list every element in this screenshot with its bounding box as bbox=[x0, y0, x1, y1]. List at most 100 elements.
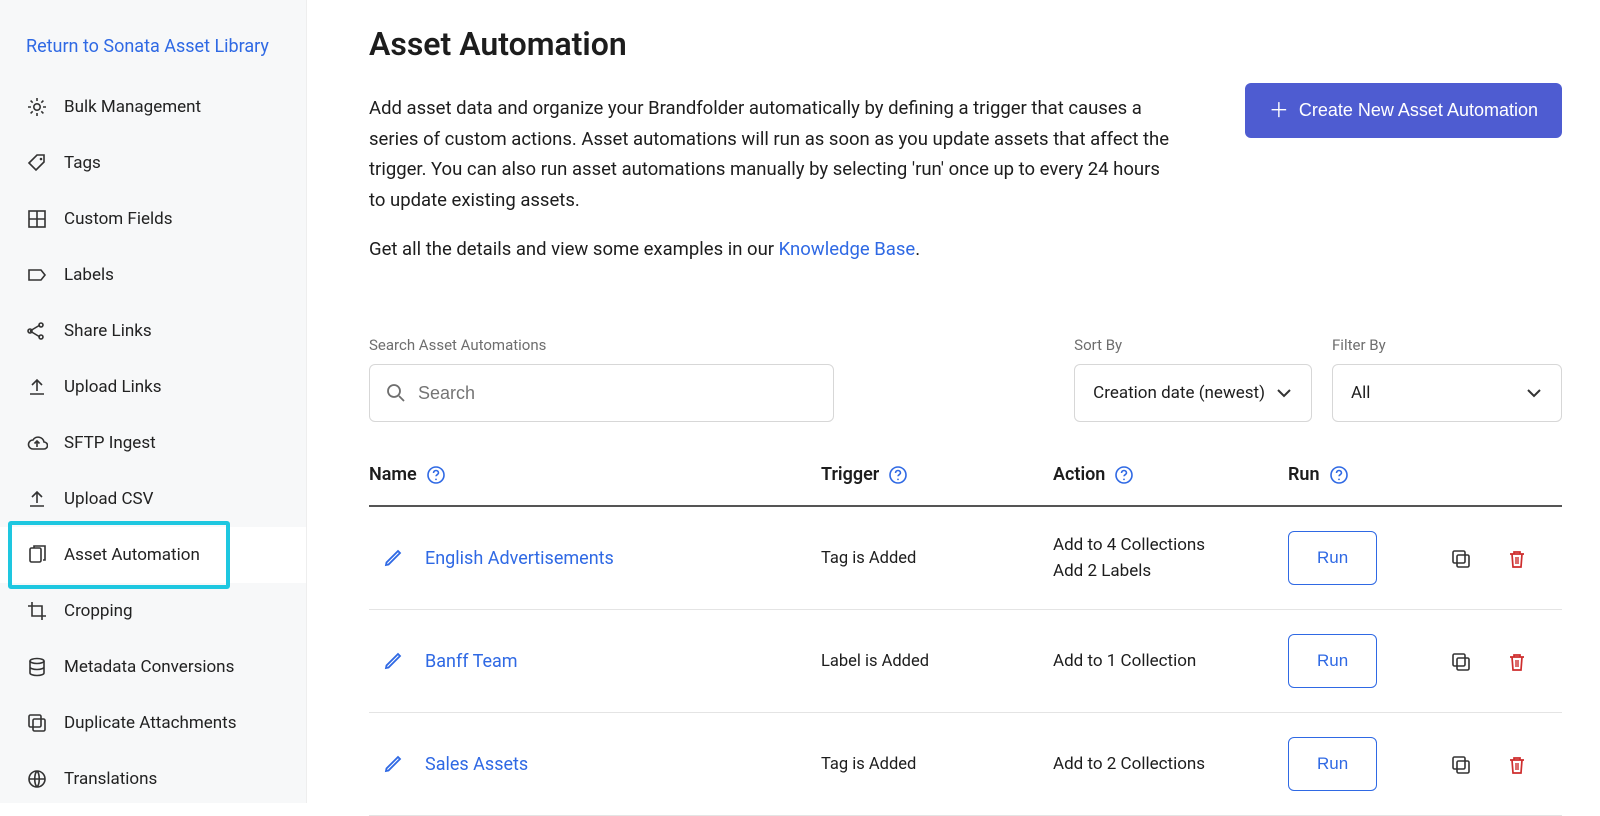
action-text: Add to 2 Collections bbox=[1053, 754, 1288, 774]
crop-icon bbox=[26, 600, 48, 622]
automation-name-link[interactable]: Sales Assets bbox=[425, 754, 528, 775]
chevron-down-icon bbox=[1523, 382, 1545, 404]
sidebar: Return to Sonata Asset Library Bulk Mana… bbox=[0, 0, 307, 803]
main-content: Asset Automation ＋ Create New Asset Auto… bbox=[307, 0, 1600, 803]
trigger-text: Tag is Added bbox=[821, 549, 1053, 568]
kb-suffix: . bbox=[915, 238, 920, 260]
help-icon[interactable] bbox=[1330, 466, 1348, 484]
sidebar-item-label: Translations bbox=[64, 769, 157, 789]
sort-label: Sort By bbox=[1074, 336, 1312, 354]
search-control: Search Asset Automations bbox=[369, 336, 834, 422]
run-button[interactable]: Run bbox=[1288, 634, 1377, 688]
sort-select[interactable]: Creation date (newest) bbox=[1074, 364, 1312, 422]
page-title: Asset Automation bbox=[369, 25, 1562, 63]
sort-control: Sort By Creation date (newest) bbox=[1074, 336, 1312, 422]
sidebar-item-duplicate-attachments[interactable]: Duplicate Attachments bbox=[0, 695, 306, 751]
sidebar-item-cropping[interactable]: Cropping bbox=[0, 583, 306, 639]
copy-icon bbox=[26, 544, 48, 566]
create-automation-button[interactable]: ＋ Create New Asset Automation bbox=[1245, 83, 1562, 138]
sidebar-item-upload-csv[interactable]: Upload CSV bbox=[0, 471, 306, 527]
knowledge-base-link[interactable]: Knowledge Base bbox=[779, 238, 916, 260]
sort-value: Creation date (newest) bbox=[1093, 383, 1265, 403]
plus-icon: ＋ bbox=[1269, 101, 1289, 121]
sidebar-item-translations[interactable]: Translations bbox=[0, 751, 306, 807]
sidebar-item-metadata-conversions[interactable]: Metadata Conversions bbox=[0, 639, 306, 695]
sidebar-item-label: Duplicate Attachments bbox=[64, 713, 237, 733]
col-action: Action bbox=[1053, 464, 1288, 485]
run-button[interactable]: Run bbox=[1288, 737, 1377, 791]
filter-value: All bbox=[1351, 383, 1370, 403]
actions-cell: Add to 4 Collections Add 2 Labels bbox=[1053, 535, 1288, 581]
sidebar-item-label: Upload CSV bbox=[64, 489, 153, 509]
sidebar-item-label: Asset Automation bbox=[64, 545, 200, 565]
controls-bar: Search Asset Automations Sort By Creatio… bbox=[369, 336, 1562, 422]
gear-icon bbox=[26, 96, 48, 118]
trash-icon[interactable] bbox=[1506, 548, 1526, 568]
sidebar-item-bulk-management[interactable]: Bulk Management bbox=[0, 79, 306, 135]
sidebar-item-share-links[interactable]: Share Links bbox=[0, 303, 306, 359]
sidebar-item-sftp-ingest[interactable]: SFTP Ingest bbox=[0, 415, 306, 471]
chevron-down-icon bbox=[1273, 382, 1295, 404]
stack-icon bbox=[26, 656, 48, 678]
automation-name-link[interactable]: Banff Team bbox=[425, 651, 518, 672]
sidebar-item-asset-automation[interactable]: Asset Automation bbox=[0, 527, 306, 583]
sidebar-item-label: Tags bbox=[64, 153, 101, 173]
automations-table: Name Trigger Action Run English Advertis… bbox=[369, 464, 1562, 816]
sidebar-item-label: Upload Links bbox=[64, 377, 162, 397]
page-description: Add asset data and organize your Brandfo… bbox=[369, 93, 1179, 215]
automation-name-link[interactable]: English Advertisements bbox=[425, 548, 614, 569]
sidebar-item-labels[interactable]: Labels bbox=[0, 247, 306, 303]
pencil-icon[interactable] bbox=[383, 754, 403, 774]
filter-select[interactable]: All bbox=[1332, 364, 1562, 422]
duplicate-icon[interactable] bbox=[1450, 754, 1470, 774]
trigger-text: Label is Added bbox=[821, 652, 1053, 671]
help-icon[interactable] bbox=[889, 466, 907, 484]
sidebar-item-custom-fields[interactable]: Custom Fields bbox=[0, 191, 306, 247]
search-label: Search Asset Automations bbox=[369, 336, 834, 354]
sidebar-item-label: Share Links bbox=[64, 321, 152, 341]
action-text: Add 2 Labels bbox=[1053, 561, 1288, 581]
upload-icon bbox=[26, 488, 48, 510]
sidebar-item-label: SFTP Ingest bbox=[64, 433, 156, 453]
actions-cell: Add to 2 Collections bbox=[1053, 754, 1288, 774]
actions-cell: Add to 1 Collection bbox=[1053, 651, 1288, 671]
dup-icon bbox=[26, 712, 48, 734]
action-text: Add to 1 Collection bbox=[1053, 651, 1288, 671]
search-input[interactable] bbox=[369, 364, 834, 422]
col-trigger: Trigger bbox=[821, 464, 1053, 485]
trash-icon[interactable] bbox=[1506, 754, 1526, 774]
sidebar-item-label: Custom Fields bbox=[64, 209, 172, 229]
sidebar-item-label: Labels bbox=[64, 265, 114, 285]
tag-icon bbox=[26, 152, 48, 174]
share-icon bbox=[26, 320, 48, 342]
return-link[interactable]: Return to Sonata Asset Library bbox=[0, 18, 306, 79]
sidebar-item-label: Bulk Management bbox=[64, 97, 201, 117]
search-icon bbox=[385, 382, 407, 404]
run-button[interactable]: Run bbox=[1288, 531, 1377, 585]
trash-icon[interactable] bbox=[1506, 651, 1526, 671]
table-row: English Advertisements Tag is AddedAdd to… bbox=[369, 507, 1562, 610]
sidebar-item-tags[interactable]: Tags bbox=[0, 135, 306, 191]
pencil-icon[interactable] bbox=[383, 548, 403, 568]
pencil-icon[interactable] bbox=[383, 651, 403, 671]
action-text: Add to 4 Collections bbox=[1053, 535, 1288, 555]
table-header: Name Trigger Action Run bbox=[369, 464, 1562, 507]
sidebar-item-label: Cropping bbox=[64, 601, 133, 621]
filter-control: Filter By All bbox=[1332, 336, 1562, 422]
duplicate-icon[interactable] bbox=[1450, 651, 1470, 671]
sidebar-item-label: Metadata Conversions bbox=[64, 657, 234, 677]
kb-line: Get all the details and view some exampl… bbox=[369, 234, 1179, 265]
help-icon[interactable] bbox=[427, 466, 445, 484]
table-row: Sales Assets Tag is AddedAdd to 2 Collect… bbox=[369, 713, 1562, 816]
trigger-text: Tag is Added bbox=[821, 755, 1053, 774]
sidebar-item-upload-links[interactable]: Upload Links bbox=[0, 359, 306, 415]
col-run: Run bbox=[1288, 464, 1458, 485]
label-icon bbox=[26, 264, 48, 286]
duplicate-icon[interactable] bbox=[1450, 548, 1470, 568]
col-name: Name bbox=[369, 464, 821, 485]
help-icon[interactable] bbox=[1115, 466, 1133, 484]
grid-icon bbox=[26, 208, 48, 230]
upload-icon bbox=[26, 376, 48, 398]
cloud-icon bbox=[26, 432, 48, 454]
table-row: Banff Team Label is AddedAdd to 1 Collect… bbox=[369, 610, 1562, 713]
